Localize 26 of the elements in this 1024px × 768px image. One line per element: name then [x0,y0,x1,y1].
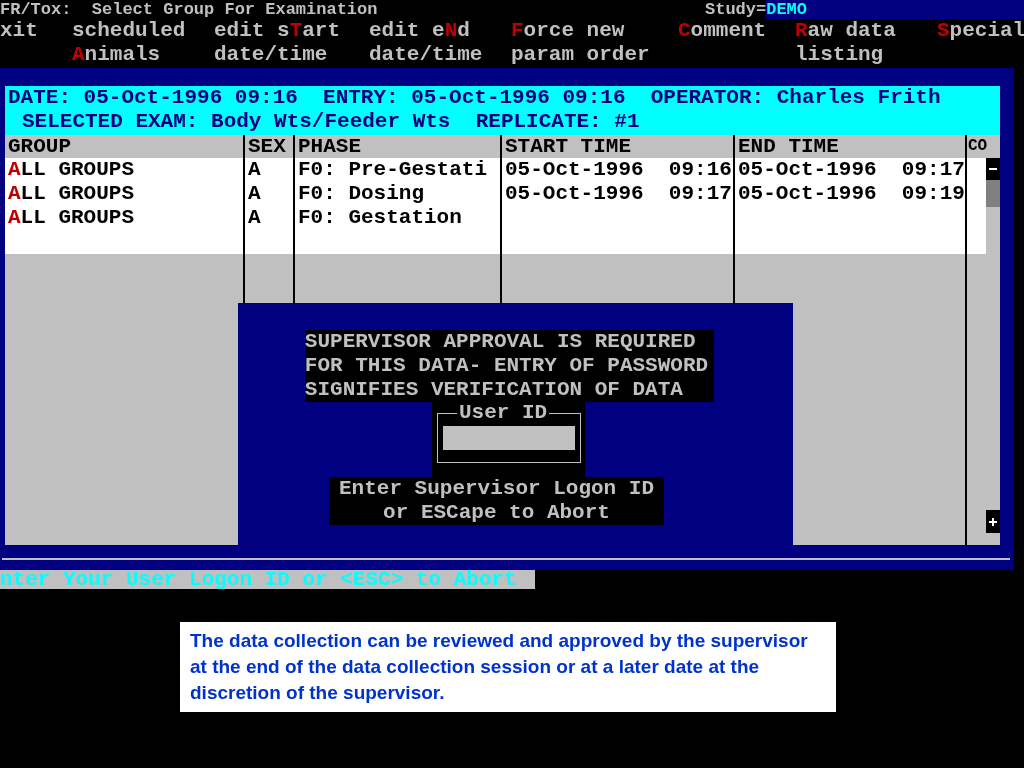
column-header: GROUP [7,135,72,158]
table-cell-text: ALL GROUPS [7,182,136,206]
scrollbar[interactable] [986,158,1000,545]
minus-icon [989,168,997,170]
menu-item[interactable]: Raw data listing [795,19,937,67]
menu-item[interactable]: scheduled Animals [72,19,214,67]
warning-message: SUPERVISOR APPROVAL IS REQUIRED FOR THIS DATA- ENTRY OF PASSWORD SIGNIFIES VERIFICATION OF DATA [304,330,715,402]
input-field[interactable] [443,426,575,450]
menu-item[interactable]: xit [0,19,72,43]
table-cell-text: ALL GROUPS [7,158,136,182]
info-line: SELECTED EXAM: Body Wts/Feeder Wts REPLICATE: #1 [21,110,641,134]
window-title: FR/Tox: Select Group For Examination [0,0,379,19]
caption-text: The data collection can be reviewed and approved by the supervisor at the end of the data collection session or at a later date at the discretion of the supervisor. [180,622,836,712]
scroll-thumb[interactable] [986,180,1000,207]
menu-item[interactable]: edit eNd date/time [369,19,511,67]
plus-icon [989,517,997,526]
study-value: DEMO [766,0,1024,19]
menu-item[interactable]: Force new param order [511,19,678,67]
info-line: DATE: 05-Oct-1996 09:16 ENTRY: 05-Oct-1996 09:16 OPERATOR: Charles Frith [8,86,942,110]
field-label: User ID [458,402,549,424]
table-cell-text: ALL GROUPS [7,206,136,230]
menu-item[interactable]: Comment [678,19,795,43]
menu-item[interactable]: edit sTart date/time [214,19,369,67]
menu-item[interactable]: Special [937,19,1024,43]
prompt-text: Enter Supervisor Logon ID or ESCape to Abort [329,477,664,525]
study-label: Study= [705,0,767,19]
